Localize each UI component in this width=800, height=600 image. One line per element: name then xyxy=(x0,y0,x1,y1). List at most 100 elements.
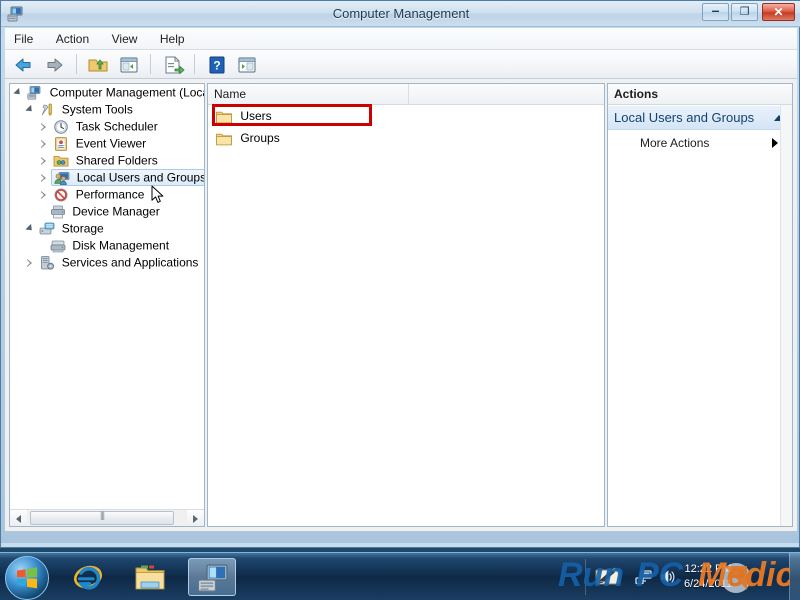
content-area: Computer Management (Local System Tools … xyxy=(5,79,797,531)
folder-icon xyxy=(216,132,232,146)
menu-action[interactable]: Action xyxy=(47,28,98,50)
console-tree: Computer Management (Local System Tools … xyxy=(10,84,204,508)
tree-item-label: Task Scheduler xyxy=(75,119,158,134)
help-button[interactable]: ? xyxy=(204,52,230,78)
tree-item-label: Device Manager xyxy=(72,204,160,219)
close-icon: ✕ xyxy=(773,5,784,19)
taskbar: 12:22 PM 6/24/2011 xyxy=(0,552,800,600)
expander-collapsed-icon[interactable] xyxy=(38,153,50,169)
users-groups-icon xyxy=(54,170,70,186)
tree-item-label: Disk Management xyxy=(72,238,170,253)
toolbar: ? xyxy=(5,50,797,79)
expander-collapsed-icon[interactable] xyxy=(38,187,50,203)
tree-item-storage[interactable]: Storage xyxy=(10,220,204,237)
storage-icon xyxy=(39,221,55,237)
column-header-blank[interactable] xyxy=(409,84,604,104)
expander-collapsed-icon[interactable] xyxy=(38,119,50,135)
console-tree-pane[interactable]: Computer Management (Local System Tools … xyxy=(9,83,205,527)
tree-horizontal-scrollbar[interactable] xyxy=(10,509,204,526)
tree-item-disk-management[interactable]: Disk Management xyxy=(10,237,204,254)
expander-collapsed-icon[interactable] xyxy=(24,255,36,271)
tree-item-computer-management[interactable]: Computer Management (Local xyxy=(10,84,204,101)
more-actions-item[interactable]: More Actions xyxy=(608,132,792,154)
computer-management-window: Computer Management – ❐ ✕ File Action Vi… xyxy=(0,0,800,548)
maximize-button[interactable]: ❐ xyxy=(731,3,758,21)
chevron-right-icon xyxy=(772,138,778,148)
export-list-button[interactable] xyxy=(160,52,186,78)
performance-icon xyxy=(53,187,69,203)
show-desktop-button[interactable] xyxy=(789,553,800,600)
minimize-icon: – xyxy=(711,2,720,18)
tablet-pen-icon[interactable] xyxy=(595,567,625,587)
taskbar-clock[interactable]: 12:22 PM 6/24/2011 xyxy=(671,562,745,592)
scroll-right-arrow[interactable] xyxy=(187,510,204,526)
expander-expanded-icon[interactable] xyxy=(12,85,24,101)
tree-item-label: Event Viewer xyxy=(75,136,147,151)
disk-management-icon xyxy=(50,238,66,254)
svg-text:?: ? xyxy=(213,59,220,73)
network-icon[interactable] xyxy=(635,568,653,586)
forward-button[interactable] xyxy=(41,52,67,78)
clock-date: 6/24/2011 xyxy=(683,578,733,590)
maximize-icon: ❐ xyxy=(739,6,750,18)
list-item-users[interactable]: Users xyxy=(208,106,604,126)
list-view-pane[interactable]: Name Users Groups xyxy=(207,83,605,527)
tree-item-shared-folders[interactable]: Shared Folders xyxy=(10,152,204,169)
tree-item-device-manager[interactable]: Device Manager xyxy=(10,203,204,220)
expander-expanded-icon[interactable] xyxy=(24,221,36,237)
menu-file[interactable]: File xyxy=(5,28,42,50)
list-column-headers: Name xyxy=(208,84,604,105)
tree-item-label: Performance xyxy=(75,187,145,202)
menu-help[interactable]: Help xyxy=(151,28,194,50)
actions-scrollbar[interactable] xyxy=(780,105,792,526)
services-icon xyxy=(39,255,55,271)
tree-item-label: Storage xyxy=(61,221,104,236)
tree-item-services-and-applications[interactable]: Services and Applications xyxy=(10,254,204,271)
scrollbar-thumb[interactable] xyxy=(30,510,174,525)
scroll-left-arrow[interactable] xyxy=(10,510,27,526)
show-hide-tree-button[interactable] xyxy=(116,52,142,78)
more-actions-label: More Actions xyxy=(640,136,710,150)
actions-pane-title: Actions xyxy=(608,84,792,105)
system-tray: 12:22 PM 6/24/2011 xyxy=(585,553,800,600)
show-action-pane-button[interactable] xyxy=(234,52,260,78)
tree-item-local-users-and-groups[interactable]: Local Users and Groups xyxy=(10,169,204,187)
clock-time: 12:22 PM xyxy=(684,563,732,575)
toolbar-separator xyxy=(75,54,77,74)
minimize-button[interactable]: – xyxy=(702,3,729,21)
actions-pane[interactable]: Actions Local Users and Groups More Acti… xyxy=(607,83,793,527)
taskbar-internet-explorer[interactable] xyxy=(64,558,112,596)
tree-item-label: System Tools xyxy=(61,102,133,117)
column-header-name[interactable]: Name xyxy=(208,84,409,104)
tree-item-system-tools[interactable]: System Tools xyxy=(10,101,204,118)
actions-group-header[interactable]: Local Users and Groups xyxy=(608,106,792,130)
tree-item-label: Local Users and Groups xyxy=(76,170,204,185)
close-button[interactable]: ✕ xyxy=(762,3,795,21)
window-title: Computer Management xyxy=(332,6,470,21)
folder-icon xyxy=(216,110,232,124)
menu-view[interactable]: View xyxy=(103,28,147,50)
clock-icon xyxy=(53,119,69,135)
list-item-label: Groups xyxy=(240,131,280,145)
system-tools-icon xyxy=(39,102,55,118)
list-item-groups[interactable]: Groups xyxy=(208,128,604,148)
tree-item-task-scheduler[interactable]: Task Scheduler xyxy=(10,118,204,135)
taskbar-computer-management[interactable] xyxy=(188,558,236,596)
back-button[interactable] xyxy=(11,52,37,78)
title-bar[interactable]: Computer Management – ❐ ✕ xyxy=(1,1,800,27)
tree-item-event-viewer[interactable]: Event Viewer xyxy=(10,135,204,152)
up-one-level-button[interactable] xyxy=(85,52,111,78)
expander-collapsed-icon[interactable] xyxy=(38,136,50,152)
tray-divider xyxy=(585,559,586,595)
device-manager-icon xyxy=(50,204,66,220)
taskbar-windows-explorer[interactable] xyxy=(126,558,174,596)
event-viewer-icon xyxy=(53,136,69,152)
expander-expanded-icon[interactable] xyxy=(24,102,36,118)
actions-group-label: Local Users and Groups xyxy=(614,110,755,125)
start-button[interactable] xyxy=(5,556,49,600)
expander-collapsed-icon[interactable] xyxy=(38,170,50,186)
menu-bar: File Action View Help xyxy=(5,28,797,50)
tree-item-label: Computer Management (Local xyxy=(49,85,204,100)
shared-folders-icon xyxy=(53,153,69,169)
tree-item-performance[interactable]: Performance xyxy=(10,186,204,203)
